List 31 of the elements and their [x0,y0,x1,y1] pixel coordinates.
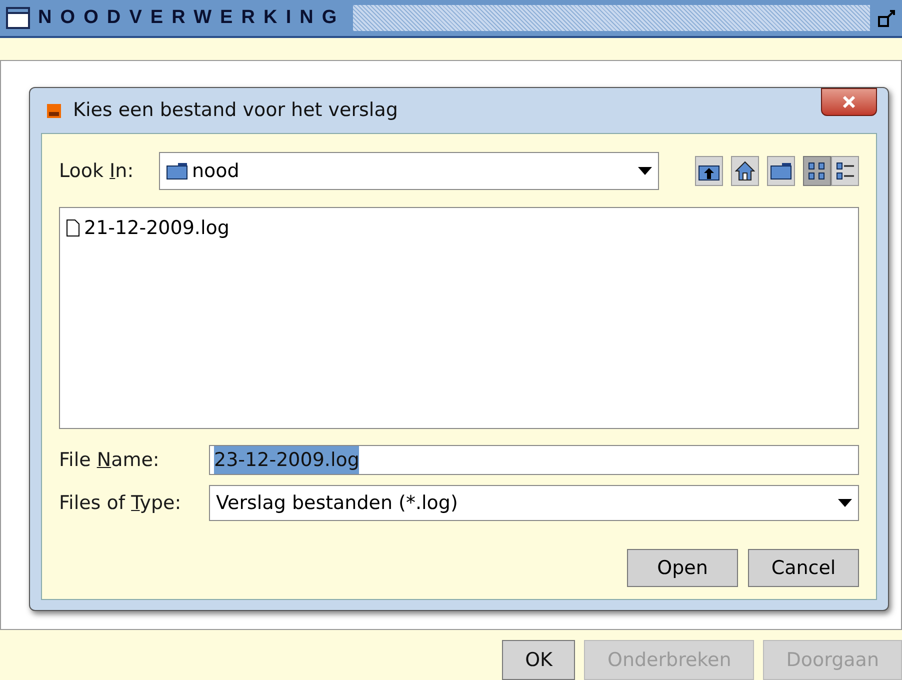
file-name-field[interactable]: 23-12-2009.log [209,445,859,475]
toolbar-button[interactable] [767,156,795,186]
window-title: NOODVERWERKING [38,6,346,30]
file-name-label: File Name: [59,448,160,471]
home-icon [735,161,755,181]
close-button[interactable] [821,88,877,116]
window-icon [6,7,30,29]
list-view-icon [807,161,827,181]
new-folder-icon [770,162,792,180]
dialog-title: Kies een bestand voor het verslag [73,98,398,124]
dialog-button[interactable]: Cancel [748,549,859,587]
footer-button[interactable]: OK [502,640,576,680]
look-in-label: Look In: [59,160,134,182]
folder-icon [166,162,188,180]
file-icon [66,219,80,238]
toolbar-button[interactable] [831,156,859,186]
caret-icon [638,167,652,175]
look-in-dropdown[interactable]: nood [159,152,659,190]
file-type-dropdown[interactable]: Verslag bestanden (*.log) [209,485,859,521]
app-icon [47,104,61,118]
file-type-label: Files of Type: [59,492,182,514]
toolbar-button[interactable] [731,156,759,186]
caret-icon [838,499,852,507]
look-in-value: nood [192,158,240,184]
toolbar-button[interactable] [695,156,723,186]
file-item[interactable]: 21-12-2009.log [66,214,230,242]
details-view-icon [835,161,855,181]
restore-icon [878,9,896,27]
dialog-button[interactable]: Open [627,549,738,587]
toolbar-button[interactable] [803,156,831,186]
close-icon [842,96,856,108]
